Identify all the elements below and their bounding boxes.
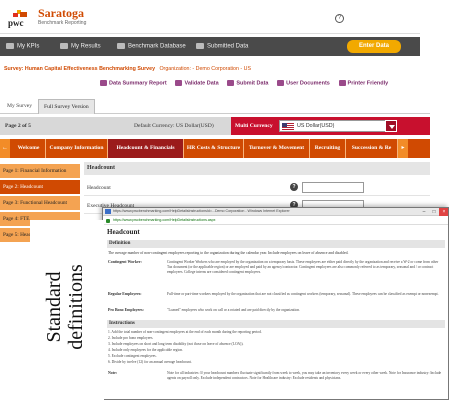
enter-data-button[interactable]: Enter Data xyxy=(347,40,401,53)
data-summary-report-link[interactable]: Data Summary Report xyxy=(100,80,167,86)
section-tab-hr-costs[interactable]: HR Costs & Structure xyxy=(184,139,244,158)
validate-icon xyxy=(175,80,183,86)
definition-bar: Definition xyxy=(107,240,445,248)
results-icon xyxy=(60,43,68,49)
caption-panel: Standard definitions xyxy=(30,220,104,400)
multi-currency-label: Multi Currency xyxy=(235,123,273,129)
instruction-line: 3. Include employees on short and long t… xyxy=(108,342,244,346)
us-flag-icon xyxy=(282,123,294,130)
pwc-logo[interactable]: pwc xyxy=(8,9,30,29)
survey-info: Survey: Human Capital Effectiveness Benc… xyxy=(4,66,251,72)
brand-bar: pwc Saratoga Benchmark Reporting ? xyxy=(0,0,420,34)
report-icon xyxy=(100,80,107,86)
definitions-popup-window: https://www.pwcbenchmarking.com/HelpDeta… xyxy=(102,207,449,400)
instruction-line: 1. Add the total number of non-contingen… xyxy=(108,330,262,334)
definition-text: Full-time or part-time workers employed … xyxy=(167,292,439,296)
section-tab-welcome[interactable]: Welcome xyxy=(12,139,46,158)
brand-name: Saratoga xyxy=(38,6,84,20)
popup-title: https://www.pwcbenchmarking.com/HelpDeta… xyxy=(113,209,290,213)
sidebar-item-functional-headcount[interactable]: Page 3: Functional Headcount xyxy=(0,196,80,211)
nav-my-results[interactable]: My Results xyxy=(60,43,101,50)
users-icon xyxy=(277,80,285,86)
section-tab-succession[interactable]: Succession & Re xyxy=(346,139,398,158)
definition-text: Contingent Worker Workers who are employ… xyxy=(167,260,439,274)
default-currency: Default Currency: US Dollar(USD) xyxy=(134,123,214,129)
section-tabs: ← Welcome Company Information Headcount … xyxy=(0,139,430,158)
organization-name: Organization: - Demo Corporation - US xyxy=(159,66,251,72)
headcount-label: Headcount xyxy=(87,185,111,191)
info-icon[interactable]: ? xyxy=(290,183,298,191)
currency-value: US Dollar(USD) xyxy=(297,123,335,129)
submitted-data-icon xyxy=(196,43,204,49)
instruction-line: 6. Divide by twelve (12) for an annual a… xyxy=(108,360,192,364)
instruction-line: 5. Exclude contingent employees. xyxy=(108,354,157,358)
form-title: Headcount xyxy=(84,162,430,175)
multi-currency-panel: Multi Currency US Dollar(USD) xyxy=(231,117,430,135)
instruction-line: 2. Include pro bono employees. xyxy=(108,336,154,340)
minimize-icon[interactable]: – xyxy=(419,208,429,216)
instruction-line: 4. Include only employees for the applic… xyxy=(108,348,183,352)
scroll-left-arrow-icon[interactable]: ← xyxy=(0,139,10,158)
headcount-input[interactable] xyxy=(302,182,364,193)
page-info-bar: Page 2 of 5 Default Currency: US Dollar(… xyxy=(0,117,430,135)
popup-url: https://www.pwcbenchmarking.com/HelpDeta… xyxy=(113,218,216,222)
main-nav: My KPIs My Results Benchmark Database Su… xyxy=(0,37,420,56)
printer-icon xyxy=(338,80,346,86)
nav-submitted-data[interactable]: Submitted Data xyxy=(196,43,248,50)
definition-text: "Loaned" employees who work on call or a… xyxy=(167,308,300,312)
definition-intro: The average number of non-contingent emp… xyxy=(108,251,349,255)
printer-friendly-link[interactable]: Printer Friendly xyxy=(338,80,388,86)
form-row-headcount: Headcount ? xyxy=(84,180,430,196)
chevron-down-icon[interactable] xyxy=(385,120,397,132)
survey-title: Survey: Human Capital Effectiveness Benc… xyxy=(4,66,156,72)
section-tab-recruiting[interactable]: Recruiting xyxy=(310,139,346,158)
close-icon[interactable]: × xyxy=(439,208,448,216)
popup-titlebar[interactable]: https://www.pwcbenchmarking.com/HelpDeta… xyxy=(103,208,448,216)
logo-text: pwc xyxy=(8,18,24,28)
nav-benchmark-database[interactable]: Benchmark Database xyxy=(117,43,186,50)
popup-heading: Headcount xyxy=(107,228,140,236)
section-tab-headcount-financials[interactable]: Headcount & Financials xyxy=(108,139,184,158)
note-text: Note for all industries: If your headcou… xyxy=(167,371,442,380)
currency-select[interactable]: US Dollar(USD) xyxy=(279,120,389,132)
standard-definitions-caption: Standard definitions xyxy=(43,264,87,350)
note-term: Note: xyxy=(108,371,118,375)
page-indicator: Page 2 of 5 xyxy=(5,123,31,129)
validate-data-link[interactable]: Validate Data xyxy=(175,80,219,86)
report-links: Data Summary Report Validate Data Submit… xyxy=(100,80,440,92)
user-documents-link[interactable]: User Documents xyxy=(277,80,330,86)
nav-my-kpis[interactable]: My KPIs xyxy=(6,43,39,50)
maximize-icon[interactable]: □ xyxy=(429,208,439,216)
scroll-right-arrow-icon[interactable]: ▸ xyxy=(398,139,408,158)
definition-term: Regular Employees: xyxy=(108,292,142,296)
definition-term: Pro Bono Employees: xyxy=(108,308,144,312)
brand-subtitle: Benchmark Reporting xyxy=(38,20,87,26)
lock-icon xyxy=(106,219,110,223)
kpi-icon xyxy=(6,43,14,49)
tab-my-survey[interactable]: My Survey xyxy=(2,99,37,114)
popup-address-bar[interactable]: https://www.pwcbenchmarking.com/HelpDeta… xyxy=(103,217,448,225)
database-icon xyxy=(117,43,125,49)
browser-icon xyxy=(105,209,111,214)
section-tab-company-information[interactable]: Company Information xyxy=(46,139,108,158)
submit-icon xyxy=(227,80,235,86)
submit-data-link[interactable]: Submit Data xyxy=(227,80,268,86)
instructions-bar: Instructions xyxy=(107,320,445,328)
help-icon[interactable]: ? xyxy=(335,14,344,23)
tab-full-survey-version[interactable]: Full Survey Version xyxy=(38,99,95,114)
sidebar-item-financial-information[interactable]: Page 1: Financial Information xyxy=(0,164,80,179)
sidebar-item-headcount[interactable]: Page 2: Headcount xyxy=(0,180,80,195)
section-tab-turnover[interactable]: Turnover & Movement xyxy=(244,139,310,158)
survey-tabs: My Survey Full Survey Version xyxy=(0,96,430,114)
definition-term: Contingent Worker: xyxy=(108,260,142,264)
